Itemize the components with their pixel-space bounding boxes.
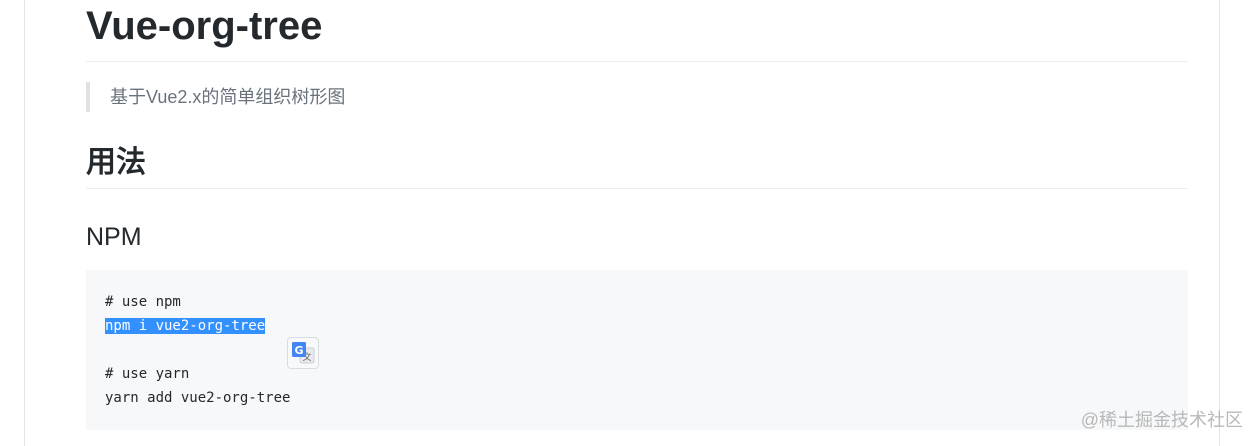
title-divider [86,61,1188,62]
code-comment-npm[interactable]: # use npm [105,291,181,313]
page-title: Vue-org-tree [86,4,323,48]
code-yarn-add[interactable]: yarn add vue2-org-tree [105,387,290,409]
code-comment-yarn[interactable]: # use yarn [105,363,189,385]
google-translate-icon: 文 G [292,342,315,364]
usage-heading: 用法 [86,146,146,179]
google-translate-button[interactable]: 文 G [287,337,319,369]
code-npm-install[interactable]: npm i vue2-org-tree [105,315,266,337]
usage-divider [86,188,1188,189]
svg-text:G: G [294,344,303,357]
code-block[interactable]: # use npm npm i vue2-org-tree # use yarn… [86,270,1188,430]
text-selection[interactable]: npm i vue2-org-tree [105,318,266,334]
juejin-watermark: @稀土掘金技术社区 [1080,410,1243,430]
npm-heading: NPM [86,223,142,251]
description-blockquote: 基于Vue2.x的简单组织树形图 [86,82,345,112]
